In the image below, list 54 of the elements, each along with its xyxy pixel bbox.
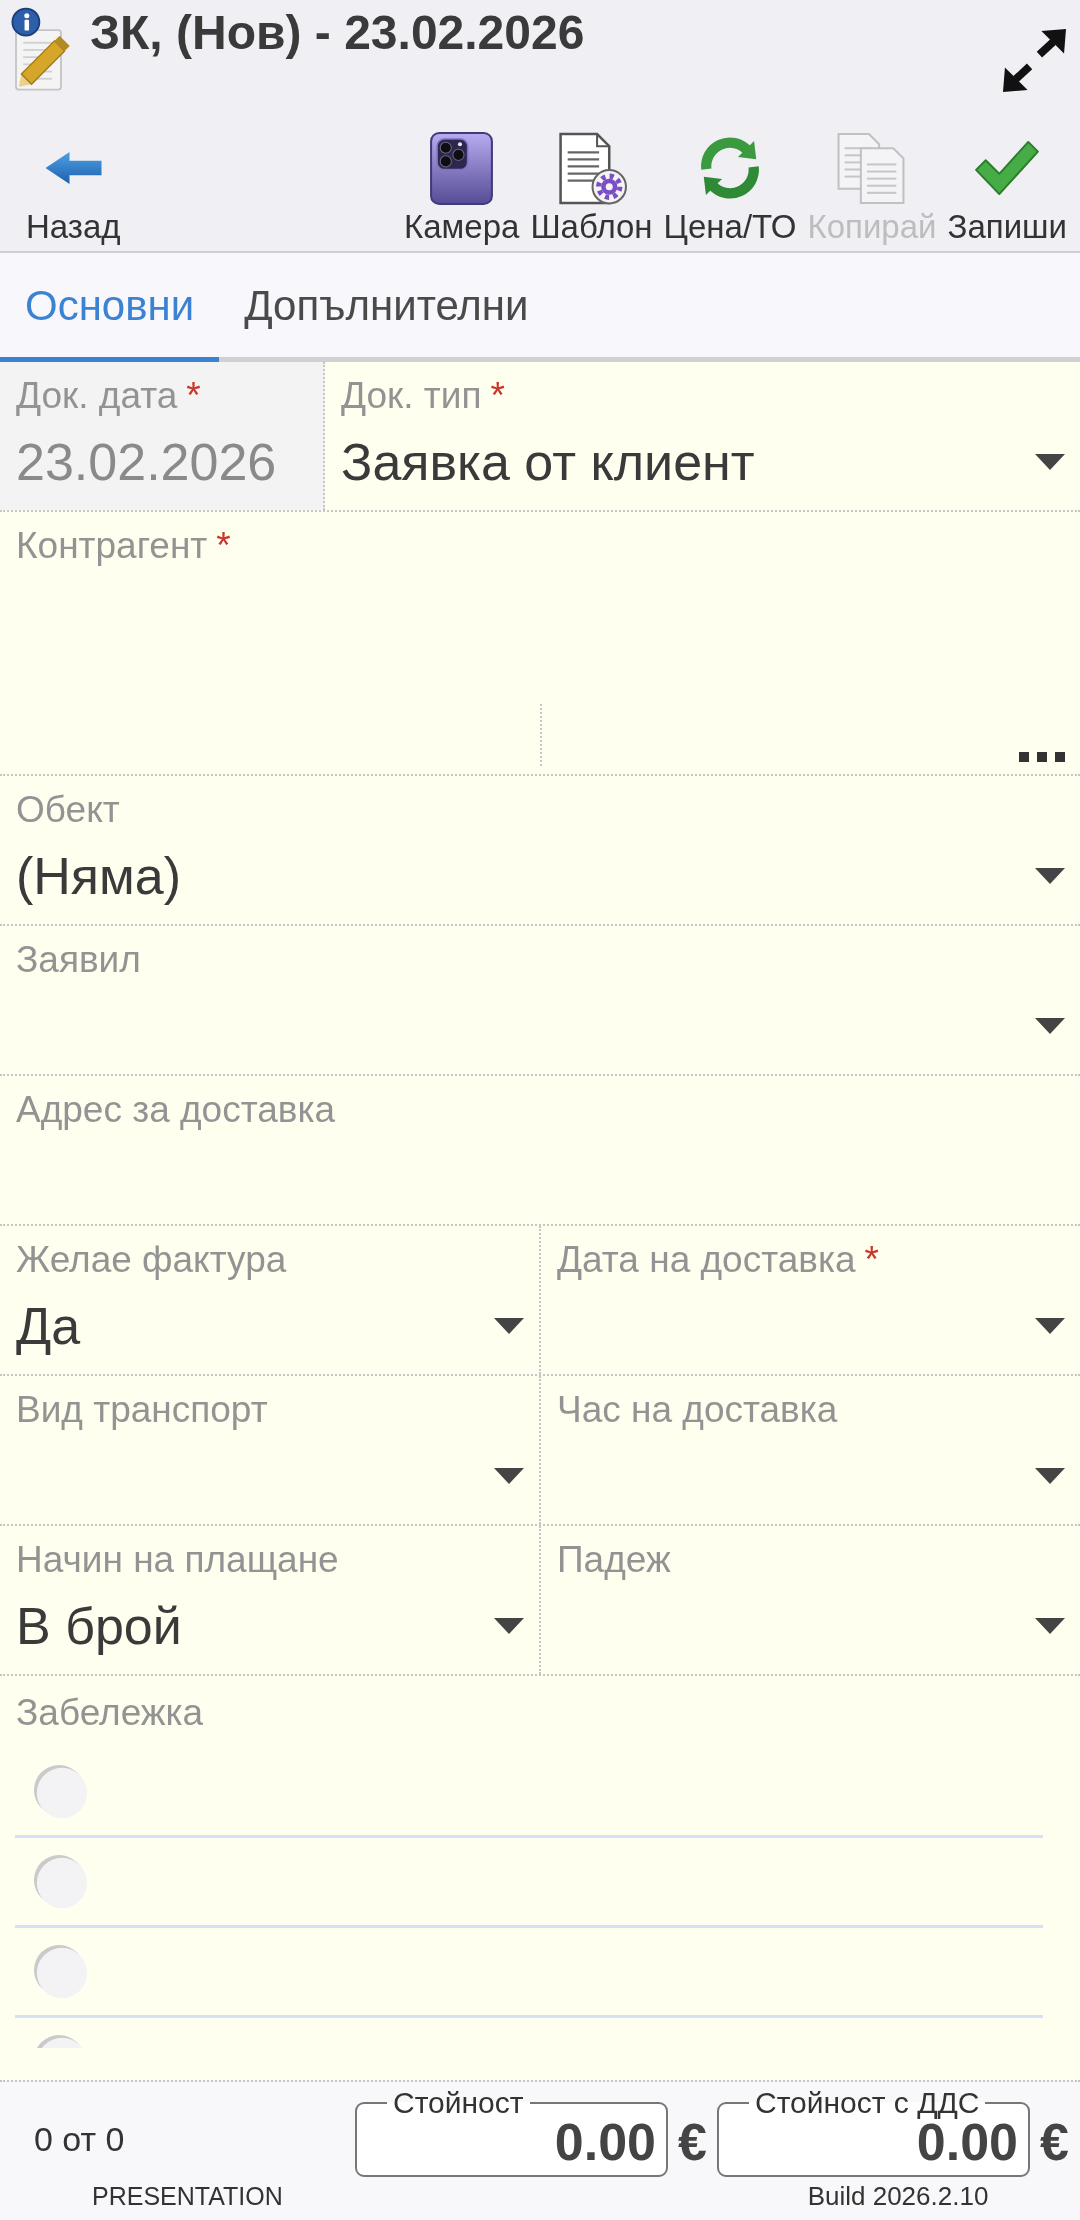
field-label: Падеж (557, 1538, 671, 1582)
field-label: Забележка (16, 1691, 204, 1735)
field-value: (Няма) (16, 846, 181, 907)
currency-label: € (1040, 2114, 1069, 2170)
currency-label: € (678, 2114, 707, 2170)
field-value: Заявка от клиент (341, 432, 755, 493)
field-label: Дата на доставка * (557, 1238, 879, 1282)
amount-label: Стойност (392, 2088, 525, 2118)
field-value: В брой (16, 1596, 182, 1657)
caret-icon (1035, 1468, 1065, 1484)
field-label: Желае фактура (16, 1238, 287, 1282)
caret-icon (494, 1318, 524, 1334)
field-value: 23.02.2026 (16, 432, 277, 493)
caret-icon (1035, 868, 1065, 884)
round-checkbox[interactable] (33, 1853, 89, 1910)
amount-label: Стойност с ДДС (754, 2088, 981, 2118)
amount-value: 0.00 (554, 2118, 656, 2166)
document-title: ЗК, (Нов) - 23.02.2026 (90, 5, 585, 61)
field-label: Начин на плащане (16, 1538, 339, 1582)
field-value: Да (16, 1296, 81, 1357)
caret-icon (1035, 454, 1065, 470)
dropdown-field[interactable]: Начин на плащане В брой (0, 1526, 541, 1674)
field-label: Адрес за доставка (16, 1088, 336, 1132)
back-button[interactable]: Назад (26, 130, 121, 247)
caret-icon (494, 1468, 524, 1484)
round-checkbox[interactable] (33, 1763, 89, 1820)
field-label: Док. дата * (16, 374, 201, 418)
field-label: Контрагент * (16, 524, 231, 568)
field-label: Заявил (16, 938, 141, 982)
phone-camera-icon (430, 131, 494, 205)
expand-icon[interactable] (1002, 28, 1067, 93)
field-label: Вид транспорт (16, 1388, 268, 1432)
dropdown-field[interactable]: Обект (Няма) (0, 776, 1080, 924)
record-counter: 0 от 0 (34, 2119, 125, 2160)
mode-label: PRESENTATION (92, 2181, 283, 2212)
caret-icon (1035, 1018, 1065, 1034)
camera-button[interactable]: Камера (404, 130, 520, 247)
caret-icon (494, 1618, 524, 1634)
caret-icon (1035, 1618, 1065, 1634)
caret-icon (1035, 1318, 1065, 1334)
dropdown-field[interactable]: Желае фактура Да (0, 1226, 541, 1374)
amount-value: 0.00 (916, 2118, 1018, 2166)
template-button[interactable]: Шаблон (530, 130, 653, 247)
ellipsis-icon[interactable] (1019, 752, 1065, 762)
field-label: Док. тип * (341, 374, 505, 418)
lookup-field[interactable]: Контрагент * (0, 512, 1080, 774)
dropdown-field[interactable]: Дата на доставка * (541, 1226, 1080, 1374)
build-label: Build 2026.2.10 (807, 2180, 989, 2212)
round-checkbox[interactable] (33, 1943, 89, 2000)
dropdown-field[interactable]: Док. тип * Заявка от клиент (325, 362, 1080, 510)
save-button[interactable]: Запиши (947, 130, 1067, 247)
field-label: Час на доставка (557, 1388, 838, 1432)
price-button[interactable]: Цена/ТО (663, 130, 797, 247)
field-label: Обект (16, 788, 120, 832)
